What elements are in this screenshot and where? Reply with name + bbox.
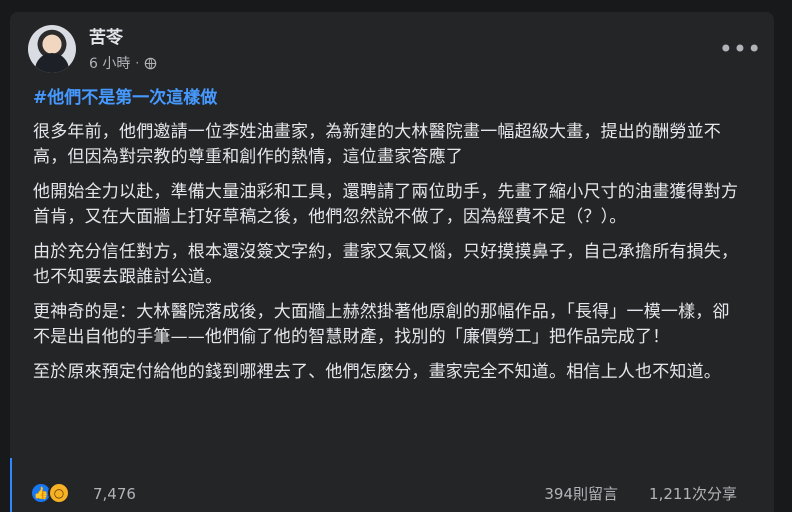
meta-separator: · [135, 56, 140, 70]
post-card: 苦苓 6 小時 · ••• #他們不是第一次這樣做 很多年前，他們邀請一位李姓油… [10, 12, 774, 512]
post-paragraph: 至於原來預定付給他的錢到哪裡去了、他們怎麼分，畫家完全不知道。相信上人也不知道。 [33, 362, 721, 382]
comments-count[interactable]: 394則留言 [544, 484, 618, 504]
wow-icon: ○ [48, 482, 70, 504]
post-paragraph: 更神奇的是：大林醫院落成後，大面牆上赫然掛著他原創的那幅作品，「長得」一模一樣，… [33, 302, 730, 347]
shares-count[interactable]: 1,211次分享 [649, 484, 737, 504]
globe-icon [144, 57, 157, 69]
post-paragraph: 他開始全力以赴，準備大量油彩和工具，還聘請了兩位助手，先畫了縮小尺寸的油畫獲得對… [33, 182, 739, 227]
post-meta: 6 小時 · [89, 54, 157, 72]
more-options-button[interactable]: ••• [718, 31, 762, 67]
post-paragraph: 很多年前，他們邀請一位李姓油畫家，為新建的大林醫院畫一幅超級大畫，提出的酬勞並不… [33, 122, 721, 167]
post-timestamp[interactable]: 6 小時 [89, 53, 130, 73]
reaction-count[interactable]: 7,476 [93, 484, 136, 504]
post-body: #他們不是第一次這樣做 很多年前，他們邀請一位李姓油畫家，為新建的大林醫院畫一幅… [33, 86, 745, 395]
post-paragraph: 由於充分信任對方，根本還沒簽文字約，畫家又氣又惱，只好摸摸鼻子，自己承擔所有損失… [33, 242, 739, 287]
side-accent-line [10, 458, 12, 512]
post-hashtag[interactable]: #他們不是第一次這樣做 [33, 87, 217, 109]
reaction-icons[interactable]: 👍 ○ [30, 482, 70, 504]
author-avatar[interactable] [28, 25, 76, 73]
more-options-icon: ••• [718, 35, 762, 63]
facebook-post-screen: 苦苓 6 小時 · ••• #他們不是第一次這樣做 很多年前，他們邀請一位李姓油… [0, 0, 792, 512]
post-header: 苦苓 6 小時 · ••• [28, 25, 762, 77]
author-name[interactable]: 苦苓 [89, 27, 123, 49]
post-engagement-footer: 👍 ○ 7,476 394則留言 1,211次分享 [30, 481, 737, 507]
